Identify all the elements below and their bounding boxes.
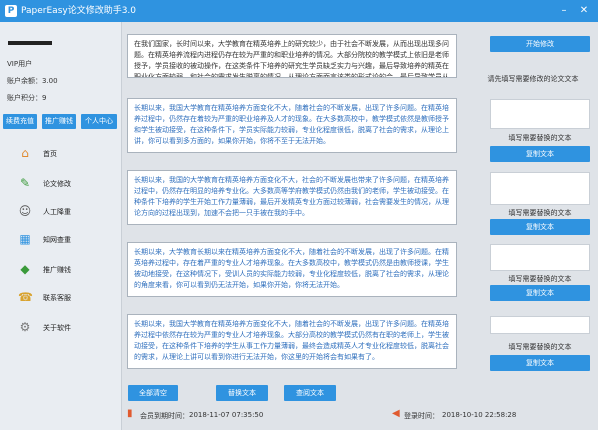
- replace-box-4[interactable]: [490, 316, 590, 334]
- nav-manual-rewrite[interactable]: ☺ 人工降重: [18, 204, 118, 220]
- nav-support[interactable]: ☎ 联系客服: [18, 290, 118, 306]
- table-icon: ▦: [19, 232, 31, 246]
- pencil-icon: ✎: [19, 176, 31, 190]
- minimize-button[interactable]: –: [556, 3, 572, 18]
- nav-label: 论文修改: [43, 180, 71, 188]
- rewrite-output-1[interactable]: 长期以来，我国大学教育在精英培养方面变化不大，随着社会的不断发展，出现了许多问题…: [127, 98, 457, 153]
- nav-label: 关于软件: [43, 324, 71, 332]
- expire-label: 会员到期时间：: [140, 412, 189, 420]
- nav-label: 推广赚钱: [43, 266, 71, 274]
- login-label: 登录时间：: [404, 412, 439, 420]
- chart-icon: ▮: [127, 408, 133, 419]
- balance-label: 账户余额：3.00: [7, 77, 58, 85]
- replace-box-3[interactable]: [490, 244, 590, 271]
- promote-button[interactable]: 推广赚钱: [42, 114, 76, 129]
- nav-home[interactable]: ⌂ 首页: [18, 146, 118, 162]
- copy-text-button-1[interactable]: 复制文本: [490, 146, 590, 162]
- gear-icon: ⚙: [19, 320, 31, 334]
- close-button[interactable]: ✕: [576, 3, 592, 18]
- hint-input-text: 请先填写需要修改的论文文本: [487, 75, 579, 83]
- speaker-icon: ◀: [392, 408, 400, 419]
- title-bar: P PaperEasy论文修改助手3.0 – ✕: [0, 0, 598, 22]
- nav-promote[interactable]: ◆ 推广赚钱: [18, 262, 118, 278]
- app-logo-icon: P: [5, 5, 17, 17]
- hint-replace-2: 填写需要替换的文本: [508, 209, 572, 217]
- login-value: 2018-10-10 22:58:28: [442, 411, 517, 419]
- window-title: PaperEasy论文修改助手3.0: [21, 6, 137, 16]
- nav-label: 联系客服: [43, 294, 71, 302]
- copy-text-button-2[interactable]: 复制文本: [490, 219, 590, 235]
- nav-label: 知网查重: [43, 236, 71, 244]
- nav-label: 人工降重: [43, 208, 71, 216]
- rewrite-output-2[interactable]: 长期以来，我国的大学教育在精英培养方面变化不大，社会的不断发展也带来了许多问题，…: [127, 170, 457, 225]
- rewrite-output-4[interactable]: 长期以来，我国大学教育在精英培养方面变化不大，随着社会的不断发展，出现了许多问题…: [127, 314, 457, 369]
- replace-text-button[interactable]: 替换文本: [216, 385, 268, 401]
- copy-text-button-4[interactable]: 复制文本: [490, 355, 590, 371]
- money-icon: ◆: [20, 262, 30, 276]
- points-label: 账户积分：9: [7, 94, 47, 102]
- nav-paper-edit[interactable]: ✎ 论文修改: [18, 176, 118, 192]
- start-edit-button[interactable]: 开始修改: [490, 36, 590, 52]
- person-icon: ☺: [18, 204, 32, 218]
- copy-text-button-3[interactable]: 复制文本: [490, 285, 590, 301]
- home-icon: ⌂: [21, 146, 29, 160]
- hint-replace-4: 填写需要替换的文本: [508, 343, 572, 351]
- expire-value: 2018-11-07 07:35:50: [189, 411, 264, 419]
- hint-replace-1: 填写需要替换的文本: [508, 134, 572, 142]
- clear-all-button[interactable]: 全部清空: [128, 385, 178, 401]
- nav-about[interactable]: ⚙ 关于软件: [18, 320, 118, 336]
- replace-box-2[interactable]: [490, 172, 590, 205]
- nav-cnki-check[interactable]: ▦ 知网查重: [18, 232, 118, 248]
- profile-button[interactable]: 个人中心: [81, 114, 117, 129]
- replace-box-1[interactable]: [490, 99, 590, 129]
- recharge-button[interactable]: 续费充值: [3, 114, 37, 129]
- support-icon: ☎: [18, 290, 33, 304]
- input-text-area[interactable]: 在我们国家，长时间以来，大学教育在精英培养上的研究较少，由于社会不断发展，从而出…: [127, 34, 457, 78]
- sidebar: VIP用户 账户余额：3.00 账户积分：9 续费充值 推广赚钱 个人中心 ⌂ …: [0, 22, 122, 430]
- hint-replace-3: 填写需要替换的文本: [508, 275, 572, 283]
- username-redacted: [8, 41, 52, 45]
- nav-label: 首页: [43, 150, 57, 158]
- main-panel: 在我们国家，长时间以来，大学教育在精英培养上的研究较少，由于社会不断发展，从而出…: [122, 22, 598, 430]
- query-text-button[interactable]: 查阅文本: [284, 385, 336, 401]
- vip-label: VIP用户: [7, 60, 33, 68]
- rewrite-output-3[interactable]: 长期以来，大学教育长期以来在精英培养方面变化不大，随着社会的不断发展，出现了许多…: [127, 242, 457, 297]
